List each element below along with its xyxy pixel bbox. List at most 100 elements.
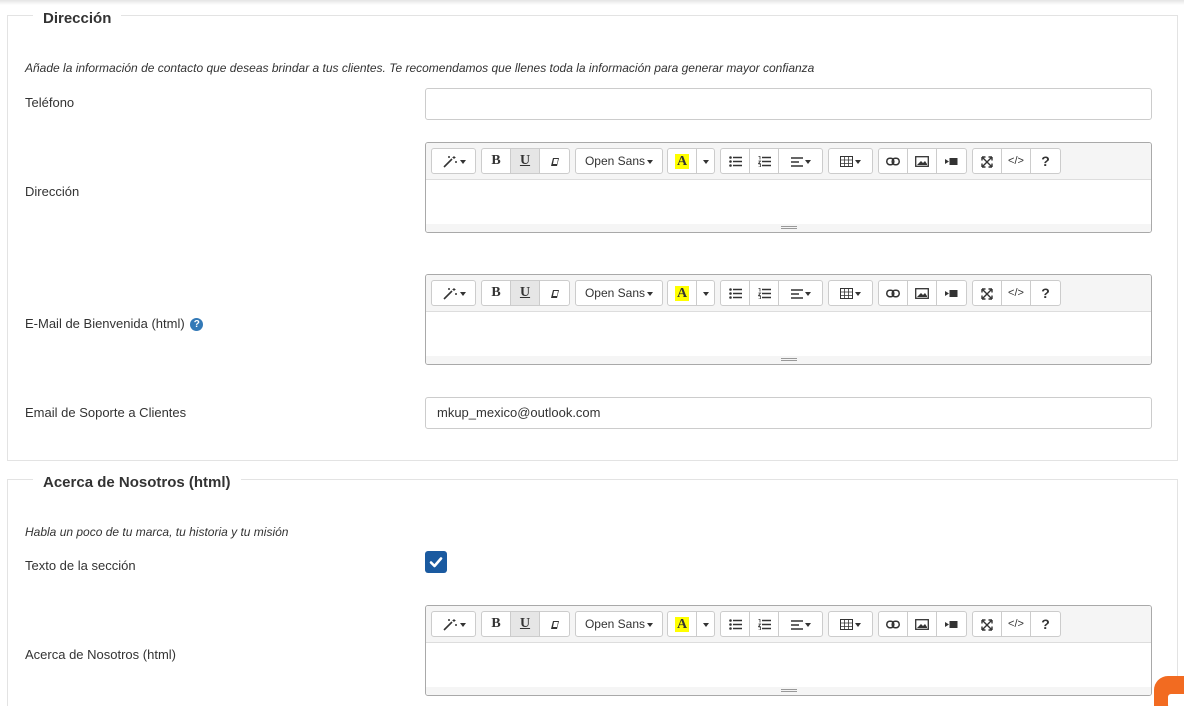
check-icon [429,557,443,568]
expand-icon [981,619,993,631]
unordered-list-button[interactable] [720,148,750,174]
editor-text-area[interactable] [426,643,1151,687]
editor-text-area[interactable] [426,312,1151,356]
link-icon [886,289,900,298]
ordered-list-button[interactable] [749,148,779,174]
clear-format-button[interactable] [539,148,570,174]
top-shadow [0,0,1184,5]
list-ul-icon [728,156,742,168]
help-button[interactable]: ? [1030,280,1061,306]
direccion-panel [7,15,1178,461]
font-family-label: Open Sans [584,617,646,631]
editor-toolbar: B U Open Sans A </> ? [426,143,1151,180]
help-glyph: ? [1041,153,1050,169]
link-button[interactable] [878,148,908,174]
link-button[interactable] [878,280,908,306]
magic-style-button[interactable] [431,280,476,306]
image-button[interactable] [907,611,937,637]
link-button[interactable] [878,611,908,637]
editor-resize-handle[interactable] [426,687,1151,695]
underline-button[interactable]: U [510,611,540,637]
video-button[interactable] [936,280,967,306]
list-ol-icon [757,619,771,631]
code-view-button[interactable]: </> [1001,280,1031,306]
color-dropdown-button[interactable] [696,611,715,637]
table-button[interactable] [828,611,873,637]
question-circle-icon[interactable]: ? [190,318,204,331]
ordered-list-button[interactable] [749,611,779,637]
texto-seccion-checkbox[interactable] [425,551,447,573]
acerca-legend: Acerca de Nosotros (html) [33,474,241,491]
clear-format-button[interactable] [539,611,570,637]
paragraph-align-button[interactable] [778,280,823,306]
acerca-editor: B U Open Sans A </> ? [425,605,1152,696]
code-view-button[interactable]: </> [1001,148,1031,174]
link-icon [886,620,900,629]
unordered-list-button[interactable] [720,611,750,637]
email-soporte-input[interactable]: mkup_mexico@outlook.com [425,397,1152,429]
editor-resize-handle[interactable] [426,356,1151,364]
link-icon [886,157,900,166]
video-button[interactable] [936,148,967,174]
table-icon [840,619,853,631]
unordered-list-button[interactable] [720,280,750,306]
table-icon [840,288,853,300]
bold-button[interactable]: B [481,611,511,637]
editor-resize-handle[interactable] [426,224,1151,232]
font-family-button[interactable]: Open Sans [575,611,663,637]
color-dropdown-button[interactable] [696,148,715,174]
underline-glyph: U [519,153,531,168]
bold-glyph: B [491,285,501,300]
editor-text-area[interactable] [426,180,1151,224]
color-button[interactable]: A [667,611,697,637]
email-soporte-label: Email de Soporte a Clientes [25,405,187,420]
color-highlight-glyph: A [674,286,690,301]
clear-format-button[interactable] [539,280,570,306]
fullscreen-button[interactable] [972,611,1002,637]
magic-wand-icon [442,619,457,631]
color-button[interactable]: A [667,148,697,174]
help-button[interactable]: ? [1030,611,1061,637]
image-button[interactable] [907,280,937,306]
image-button[interactable] [907,148,937,174]
color-button[interactable]: A [667,280,697,306]
underline-button[interactable]: U [510,280,540,306]
acerca-label: Acerca de Nosotros (html) [25,647,176,662]
color-dropdown-button[interactable] [696,280,715,306]
code-glyph: </> [1008,287,1024,299]
video-icon [945,290,958,298]
font-family-label: Open Sans [584,286,646,300]
editor-toolbar: B U Open Sans A </> ? [426,606,1151,643]
fullscreen-button[interactable] [972,280,1002,306]
help-glyph: ? [1041,616,1050,632]
magic-style-button[interactable] [431,148,476,174]
bold-glyph: B [491,616,501,631]
email-bienvenida-label: E-Mail de Bienvenida (html) ? [25,316,204,331]
chat-button[interactable] [1154,676,1184,706]
magic-style-button[interactable] [431,611,476,637]
ordered-list-button[interactable] [749,280,779,306]
font-family-button[interactable]: Open Sans [575,148,663,174]
telefono-input[interactable] [425,88,1152,120]
email-bienvenida-editor: B U Open Sans A </> ? [425,274,1152,365]
bold-glyph: B [491,153,501,168]
bold-button[interactable]: B [481,280,511,306]
paragraph-align-button[interactable] [778,148,823,174]
fullscreen-button[interactable] [972,148,1002,174]
table-button[interactable] [828,148,873,174]
code-view-button[interactable]: </> [1001,611,1031,637]
underline-glyph: U [519,616,531,631]
bold-button[interactable]: B [481,148,511,174]
table-button[interactable] [828,280,873,306]
underline-glyph: U [519,285,531,300]
font-family-button[interactable]: Open Sans [575,280,663,306]
magic-wand-icon [442,156,457,168]
help-button[interactable]: ? [1030,148,1061,174]
paragraph-align-button[interactable] [778,611,823,637]
video-button[interactable] [936,611,967,637]
image-icon [915,156,929,168]
eraser-icon [550,620,559,629]
list-ol-icon [757,156,771,168]
table-icon [840,156,853,168]
underline-button[interactable]: U [510,148,540,174]
